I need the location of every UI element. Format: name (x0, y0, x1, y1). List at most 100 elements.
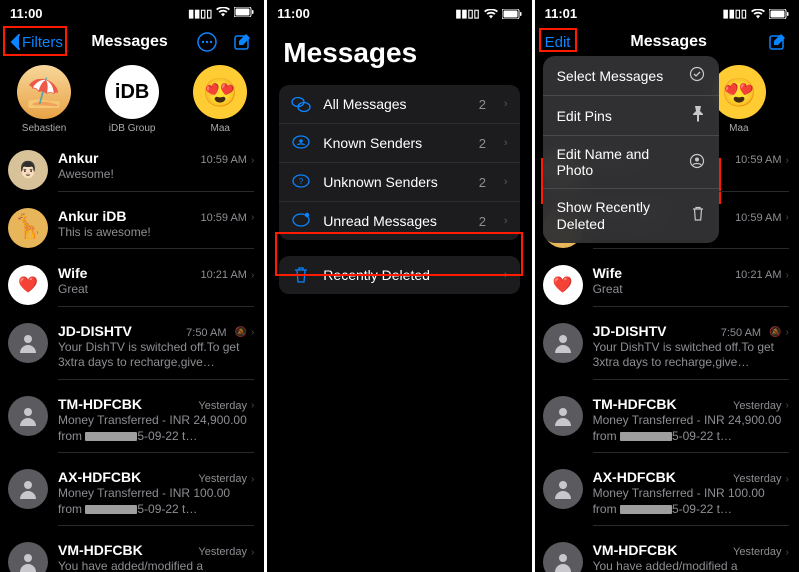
chat-time: 10:59 AM › (200, 212, 254, 224)
chat-row[interactable]: JD-DISHTV 7:50 AM🔕 › Your DishTV is swit… (535, 315, 799, 388)
pin-item-idb[interactable]: iDB iDB Group (92, 65, 172, 134)
status-icons: ▮▮▯▯ (723, 7, 789, 20)
menu-edit-pins[interactable]: Edit Pins (543, 96, 719, 136)
chat-time: 7:50 AM🔕 › (186, 327, 254, 339)
phone-right: 11:01 ▮▮▯▯ Edit Messages Select Messages (535, 0, 799, 572)
battery-icon (769, 9, 789, 19)
chevron-left-icon (10, 34, 20, 50)
chat-row[interactable]: VM-HDFCBK Yesterday › You have added/mod… (0, 534, 264, 572)
avatar (543, 469, 583, 509)
muted-icon: 🔕 (769, 327, 781, 338)
avatar (8, 469, 48, 509)
chat-preview: You have added/modified a beneficiary An… (58, 559, 254, 572)
chat-row[interactable]: 🦒 Ankur iDB 10:59 AM › This is awesome! (0, 200, 264, 258)
status-bar: 11:00 ▮▮▯▯ (267, 0, 531, 27)
chat-preview: Your DishTV is switched off.To get 3xtra… (593, 340, 789, 371)
chat-time: 10:21 AM › (735, 269, 789, 281)
page-title: Messages (91, 33, 168, 51)
pin-item-sebastien[interactable]: ⛱️ Sebastien (4, 65, 84, 134)
menu-label: Edit Pins (557, 108, 612, 124)
pin-avatar: ⛱️ (17, 65, 71, 119)
chat-row[interactable]: JD-DISHTV 7:50 AM🔕 › Your DishTV is swit… (0, 315, 264, 388)
avatar (543, 542, 583, 572)
more-button[interactable] (196, 31, 218, 53)
menu-edit-name-photo[interactable]: Edit Name and Photo (543, 136, 719, 189)
chat-preview: Awesome! (58, 167, 254, 183)
filter-recently-deleted[interactable]: Recently Deleted › (279, 256, 519, 294)
chevron-right-icon: › (504, 137, 508, 149)
chat-preview: Great (593, 282, 789, 298)
avatar (543, 323, 583, 363)
filter-all-messages[interactable]: All Messages 2 › (279, 85, 519, 124)
check-circle-icon (689, 66, 705, 85)
chevron-right-icon: › (786, 155, 789, 166)
avatar (543, 396, 583, 436)
chat-preview: Money Transferred - INR 24,900.00 from 5… (593, 413, 789, 444)
battery-icon (502, 9, 522, 19)
filter-label: Known Senders (323, 135, 466, 151)
filter-unknown-senders[interactable]: ? Unknown Senders 2 › (279, 163, 519, 202)
chat-name: Ankur (58, 150, 98, 166)
chat-preview: Great (58, 282, 254, 298)
pin-name: iDB Group (109, 123, 156, 134)
chevron-right-icon: › (786, 212, 789, 223)
filter-label: Recently Deleted (323, 267, 486, 283)
chat-list: 👨🏻 Ankur 10:59 AM › Awesome! 🦒 Ankur iDB… (0, 142, 264, 572)
signal-icon: ▮▮▯▯ (455, 7, 479, 20)
edit-menu: Select Messages Edit Pins Edit Name and … (543, 56, 719, 243)
signal-icon: ▮▮▯▯ (188, 7, 212, 20)
chat-row[interactable]: TM-HDFCBK Yesterday › Money Transferred … (535, 388, 799, 461)
chevron-right-icon: › (251, 155, 254, 166)
chat-row[interactable]: AX-HDFCBK Yesterday › Money Transferred … (535, 461, 799, 534)
chat-name: JD-DISHTV (58, 323, 132, 339)
chevron-right-icon: › (504, 176, 508, 188)
chat-row[interactable]: VM-HDFCBK Yesterday › You have added/mod… (535, 534, 799, 572)
chat-row[interactable]: 👨🏻 Ankur 10:59 AM › Awesome! (0, 142, 264, 200)
edit-button[interactable]: Edit (545, 34, 571, 51)
pin-avatar: 😍 (712, 65, 766, 119)
menu-label: Edit Name and Photo (557, 146, 689, 178)
svg-text:?: ? (299, 177, 304, 186)
muted-icon: 🔕 (235, 327, 247, 338)
ellipsis-circle-icon (196, 31, 218, 53)
edit-label: Edit (545, 34, 571, 51)
back-button[interactable]: Filters (10, 34, 63, 51)
pinned-row: ⛱️ Sebastien iDB iDB Group 😍 Maa (0, 61, 264, 142)
chat-row[interactable]: TM-HDFCBK Yesterday › Money Transferred … (0, 388, 264, 461)
chevron-right-icon: › (251, 547, 254, 558)
menu-label: Select Messages (557, 68, 664, 84)
compose-button[interactable] (767, 31, 789, 53)
status-icons: ▮▮▯▯ (455, 7, 521, 20)
status-icons: ▮▮▯▯ (188, 7, 254, 20)
chat-name: Ankur iDB (58, 208, 126, 224)
menu-show-recently-deleted[interactable]: Show Recently Deleted (543, 189, 719, 243)
status-time: 11:00 (277, 6, 310, 21)
chat-preview: Your DishTV is switched off.To get 3xtra… (58, 340, 254, 371)
chat-time: 10:59 AM › (735, 154, 789, 166)
avatar: ❤️ (543, 265, 583, 305)
pin-name: Maa (211, 123, 230, 134)
pin-item-maa[interactable]: 😍 Maa (180, 65, 260, 134)
chat-row[interactable]: ❤️ Wife 10:21 AM › Great (0, 257, 264, 315)
wifi-icon (751, 9, 765, 19)
status-time: 11:00 (10, 6, 43, 21)
filter-count: 2 (479, 214, 486, 229)
chat-row[interactable]: ❤️ Wife 10:21 AM › Great (535, 257, 799, 315)
filter-known-senders[interactable]: Known Senders 2 › (279, 124, 519, 163)
chat-time: Yesterday › (198, 546, 254, 558)
avatar: 👨🏻 (8, 150, 48, 190)
battery-icon (234, 7, 254, 20)
filter-count: 2 (479, 175, 486, 190)
chevron-right-icon: › (786, 270, 789, 281)
filter-label: All Messages (323, 96, 466, 112)
filter-unread-messages[interactable]: Unread Messages 2 › (279, 202, 519, 240)
deleted-card: Recently Deleted › (279, 256, 519, 294)
chevron-right-icon: › (504, 98, 508, 110)
page-title: Messages (267, 27, 531, 85)
chevron-right-icon: › (786, 400, 789, 411)
signal-icon: ▮▮▯▯ (723, 7, 747, 20)
menu-select-messages[interactable]: Select Messages (543, 56, 719, 96)
filter-label: Unknown Senders (323, 174, 466, 190)
compose-button[interactable] (232, 31, 254, 53)
chat-row[interactable]: AX-HDFCBK Yesterday › Money Transferred … (0, 461, 264, 534)
